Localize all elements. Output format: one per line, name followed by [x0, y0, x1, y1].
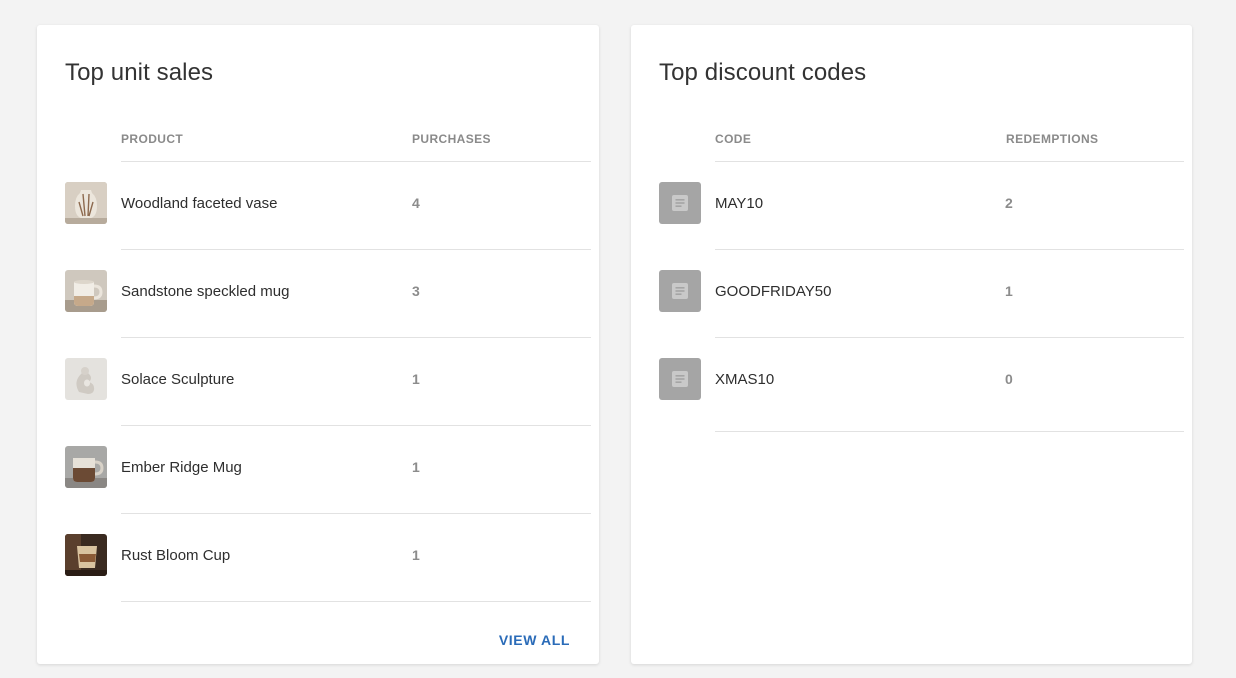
view-all-link[interactable]: VIEW ALL	[499, 632, 570, 648]
purchase-count: 3	[412, 283, 420, 299]
document-icon	[659, 270, 701, 312]
discount-code: MAY10	[715, 195, 764, 212]
row-divider	[715, 431, 1184, 432]
table-row[interactable]: GOODFRIDAY50 1	[659, 250, 1184, 338]
purchase-count: 1	[412, 371, 420, 387]
mug-photo-icon	[65, 446, 107, 488]
table-header: CODE REDEMPTIONS	[715, 132, 1184, 162]
discount-codes-table: CODE REDEMPTIONS MAY10 2 GOODFRIDAY50 1 …	[659, 132, 1184, 432]
document-icon	[659, 182, 701, 224]
card-title: Top unit sales	[65, 59, 214, 86]
redemption-count: 2	[1005, 195, 1013, 211]
redemption-count: 0	[1005, 371, 1013, 387]
product-name: Woodland faceted vase	[121, 195, 278, 212]
redemption-count: 1	[1005, 283, 1013, 299]
document-icon	[659, 358, 701, 400]
top-unit-sales-card: Top unit sales PRODUCT PURCHASES Woodlan…	[37, 25, 599, 664]
product-name: Rust Bloom Cup	[121, 547, 231, 564]
product-name: Sandstone speckled mug	[121, 283, 290, 300]
purchase-count: 1	[412, 459, 420, 475]
purchase-count: 4	[412, 195, 420, 211]
column-header-code: CODE	[715, 132, 752, 146]
table-row[interactable]: Sandstone speckled mug 3	[65, 250, 591, 338]
unit-sales-table: PRODUCT PURCHASES Woodland faceted vase …	[65, 132, 591, 602]
table-row[interactable]: Solace Sculpture 1	[65, 338, 591, 426]
sculpture-photo-icon	[65, 358, 107, 400]
table-row[interactable]: MAY10 2	[659, 162, 1184, 250]
column-header-purchases: PURCHASES	[412, 132, 491, 146]
column-header-product: PRODUCT	[121, 132, 184, 146]
top-discount-codes-card: Top discount codes CODE REDEMPTIONS MAY1…	[631, 25, 1192, 664]
column-header-redemptions: REDEMPTIONS	[1006, 132, 1099, 146]
mug-photo-icon	[65, 270, 107, 312]
table-row[interactable]: Woodland faceted vase 4	[65, 162, 591, 250]
product-name: Ember Ridge Mug	[121, 459, 242, 476]
discount-code: GOODFRIDAY50	[715, 283, 832, 300]
table-row[interactable]: Ember Ridge Mug 1	[65, 426, 591, 514]
row-divider	[121, 601, 591, 602]
purchase-count: 1	[412, 547, 420, 563]
card-title: Top discount codes	[659, 59, 867, 86]
table-row[interactable]: Rust Bloom Cup 1	[65, 514, 591, 602]
cup-photo-icon	[65, 534, 107, 576]
vase-photo-icon	[65, 182, 107, 224]
product-name: Solace Sculpture	[121, 371, 235, 388]
table-row[interactable]: XMAS10 0	[659, 338, 1184, 432]
table-header: PRODUCT PURCHASES	[121, 132, 591, 162]
discount-code: XMAS10	[715, 371, 775, 388]
